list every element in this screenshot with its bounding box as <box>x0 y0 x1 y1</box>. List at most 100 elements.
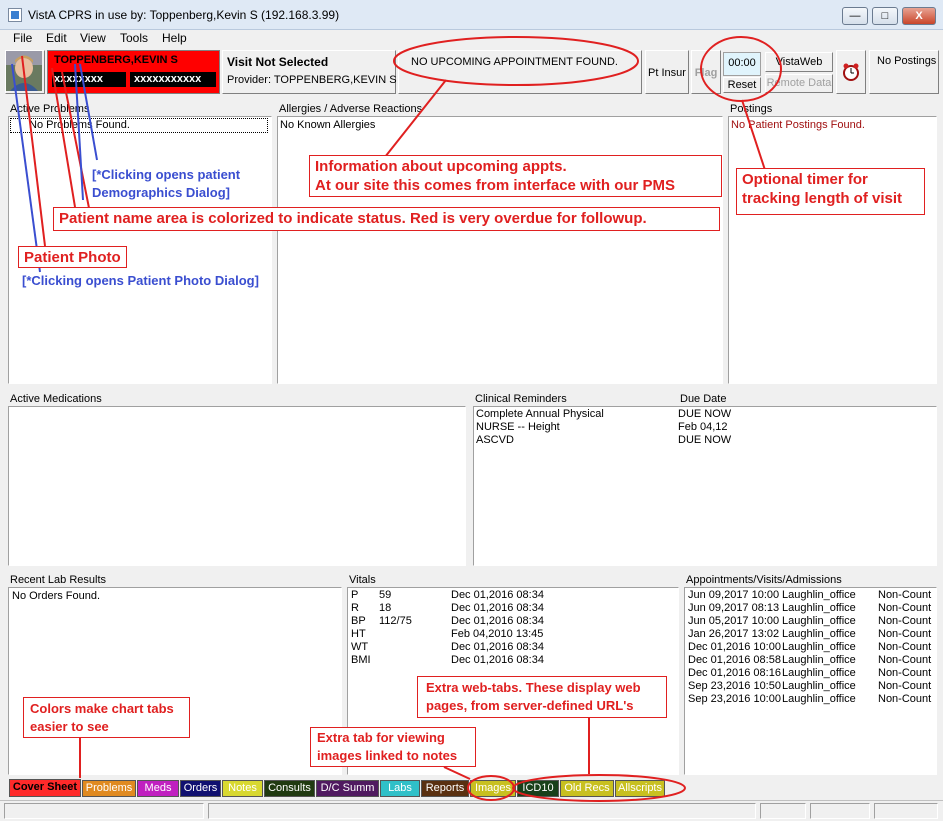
postings-button[interactable]: No Postings <box>869 50 939 94</box>
maximize-button[interactable]: □ <box>872 7 898 25</box>
patient-dob: xxxxxxxxxxx <box>130 72 216 87</box>
tab-problems[interactable]: Problems <box>82 780 136 797</box>
postings-list[interactable]: No Patient Postings Found. <box>728 116 937 384</box>
colors-annotation-line1: Colors make chart tabs <box>30 701 174 716</box>
reminders-list[interactable]: Complete Annual Physical DUE NOW NURSE -- … <box>473 406 937 566</box>
menu-tools[interactable]: Tools <box>120 31 148 45</box>
menu-view[interactable]: View <box>80 31 106 45</box>
images-annotation-line1: Extra tab for viewing <box>317 730 445 745</box>
reminder-due: DUE NOW <box>678 408 732 420</box>
appointment-loc: Laughlin_office <box>782 615 856 627</box>
timer-annotation: Optional timer for tracking length of vi… <box>736 168 925 215</box>
menu-help[interactable]: Help <box>162 31 187 45</box>
postings-text: No Patient Postings Found. <box>731 119 865 131</box>
reminder-due: Feb 04,12 <box>678 421 728 433</box>
tab-reports[interactable]: Reports <box>421 780 469 797</box>
appointment-status: Non-Count <box>878 589 932 601</box>
appointment-date: Jun 09,2017 08:13 <box>688 602 780 614</box>
tab-old-recs[interactable]: Old Recs <box>560 780 614 797</box>
appointment-loc: Laughlin_office <box>782 667 856 679</box>
status-panel-1 <box>4 803 204 819</box>
visit-timer: 00:00 <box>723 52 761 76</box>
tab-consults[interactable]: Consults <box>264 780 315 797</box>
appointment-date: Sep 23,2016 10:50 <box>688 680 781 692</box>
medications-label: Active Medications <box>10 393 102 405</box>
appointment-date: Jun 09,2017 10:00 <box>688 589 780 601</box>
tab-allscripts[interactable]: Allscripts <box>615 780 665 797</box>
tab-meds[interactable]: Meds <box>137 780 179 797</box>
vitals-label: Vitals <box>349 574 376 586</box>
appointment-date: Dec 01,2016 08:16 <box>688 667 781 679</box>
flag-button[interactable]: Flag <box>691 50 721 94</box>
vital-value: 112/75 <box>379 615 412 627</box>
labs-empty-text: No Orders Found. <box>12 590 101 602</box>
status-bar <box>0 800 943 821</box>
name-color-annotation: Patient name area is colorized to indica… <box>53 207 720 231</box>
status-panel-4 <box>810 803 870 819</box>
webtabs-annotation: Extra web-tabs. These display web pages,… <box>417 676 667 718</box>
visit-button[interactable]: Visit Not Selected Provider: TOPPENBERG,… <box>222 50 397 94</box>
appointment-button[interactable]: NO UPCOMING APPOINTMENT FOUND. <box>398 50 642 94</box>
colors-annotation: Colors make chart tabs easier to see <box>23 697 190 738</box>
appointment-status: Non-Count <box>878 615 932 627</box>
tab-d-c-summ[interactable]: D/C Summ <box>316 780 379 797</box>
remote-data-button[interactable]: Remote Data <box>765 74 833 93</box>
appointment-status: Non-Count <box>878 628 932 640</box>
appointments-annotation-line1: Information about upcoming appts. <box>315 158 567 175</box>
photo-click-annotation: [*Clicking opens Patient Photo Dialog] <box>22 273 259 288</box>
appointment-status: Non-Count <box>878 654 932 666</box>
tab-notes[interactable]: Notes <box>222 780 263 797</box>
allergies-text: No Known Allergies <box>280 119 376 131</box>
alarm-button[interactable] <box>836 50 866 94</box>
pt-insur-button[interactable]: Pt Insur <box>645 50 689 94</box>
visit-title: Visit Not Selected <box>227 55 329 69</box>
menu-edit[interactable]: Edit <box>46 31 67 45</box>
timer-annotation-line2: tracking length of visit <box>742 190 903 207</box>
reminder-due: DUE NOW <box>678 434 732 446</box>
patient-name-button[interactable]: TOPPENBERG,KEVIN S xxxxxxxx xxxxxxxxxxx <box>47 50 220 94</box>
medications-list[interactable] <box>8 406 466 566</box>
minimize-button[interactable]: — <box>842 7 868 25</box>
vital-name: BMI <box>351 654 371 666</box>
vital-name: WT <box>351 641 369 653</box>
appointment-loc: Laughlin_office <box>782 654 856 666</box>
demographics-annotation-line1: [*Clicking opens patient <box>92 167 241 182</box>
appointment-date: Sep 23,2016 10:00 <box>688 693 781 705</box>
problems-empty-text: No Problems Found. <box>10 118 268 133</box>
menu-file[interactable]: File <box>13 31 32 45</box>
title-bar: VistA CPRS in use by: Toppenberg,Kevin S… <box>0 0 943 30</box>
vital-name: BP <box>351 615 366 627</box>
status-panel-3 <box>760 803 806 819</box>
vital-name: HT <box>351 628 366 640</box>
appointment-status: Non-Count <box>878 641 932 653</box>
labs-label: Recent Lab Results <box>10 574 106 586</box>
demographics-annotation-line2: Demographics Dialog] <box>92 185 230 200</box>
menu-bar: File Edit View Tools Help <box>0 30 943 48</box>
appointment-loc: Laughlin_office <box>782 680 856 692</box>
appointment-text: NO UPCOMING APPOINTMENT FOUND. <box>411 56 618 68</box>
allergies-label: Allergies / Adverse Reactions <box>279 103 423 115</box>
problems-label: Active Problems <box>10 103 90 115</box>
tab-labs[interactable]: Labs <box>380 780 420 797</box>
labs-list[interactable]: No Orders Found. <box>8 587 342 775</box>
vital-date: Dec 01,2016 08:34 <box>451 602 544 614</box>
vital-value: 59 <box>379 589 392 601</box>
vital-name: P <box>351 589 359 601</box>
app-icon <box>8 8 22 22</box>
tab-images[interactable]: Images <box>470 780 516 797</box>
tab-orders[interactable]: Orders <box>180 780 221 797</box>
appointment-status: Non-Count <box>878 680 932 692</box>
appointment-date: Dec 01,2016 08:58 <box>688 654 781 666</box>
appointments-annotation-line2: At our site this comes from interface wi… <box>315 177 676 194</box>
timer-reset-button[interactable]: Reset <box>723 77 761 93</box>
patient-photo-button[interactable] <box>5 50 45 94</box>
appointments-list[interactable]: Jun 09,2017 10:00 Laughlin_office Non-Coun… <box>684 587 937 775</box>
tab-icd10[interactable]: ICD10 <box>517 780 559 797</box>
vital-date: Dec 01,2016 08:34 <box>451 589 544 601</box>
vital-date: Dec 01,2016 08:34 <box>451 654 544 666</box>
postings-label: Postings <box>730 103 773 115</box>
tab-cover-sheet[interactable]: Cover Sheet <box>9 779 81 797</box>
close-button[interactable]: X <box>902 7 936 25</box>
webtabs-annotation-line1: Extra web-tabs. These display web <box>426 680 641 695</box>
vistaweb-button[interactable]: VistaWeb <box>765 52 833 72</box>
